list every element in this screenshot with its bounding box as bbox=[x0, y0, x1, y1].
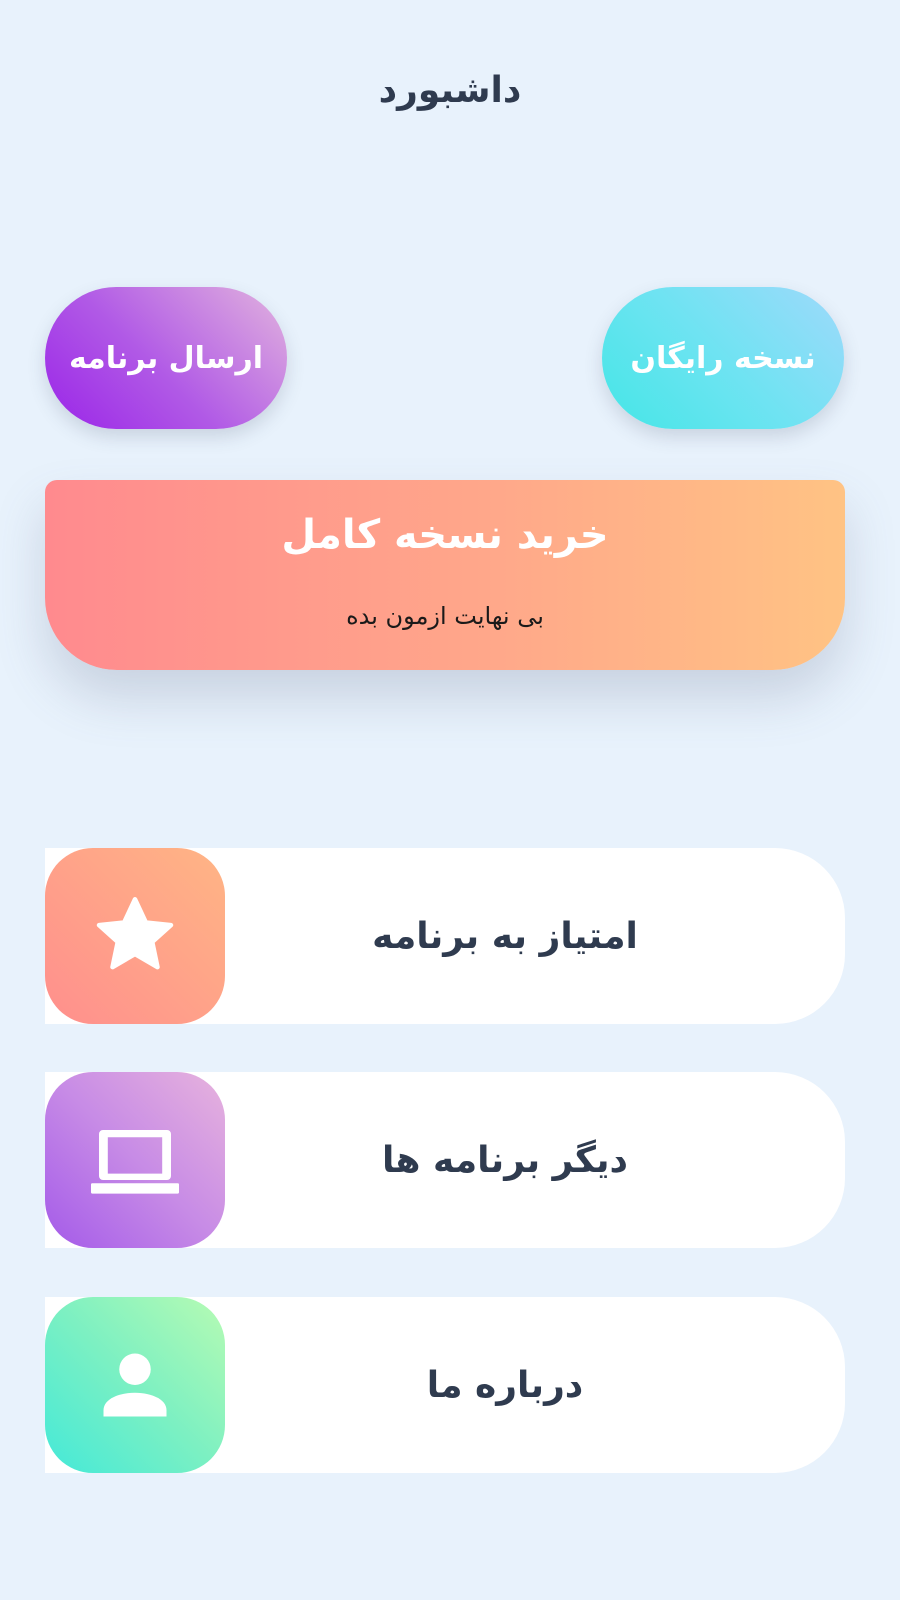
send-app-button[interactable]: ارسال برنامه bbox=[45, 287, 287, 429]
send-app-button-label: ارسال برنامه bbox=[68, 340, 264, 376]
rate-app-item[interactable]: امتیاز به برنامه bbox=[45, 848, 845, 1024]
about-us-item[interactable]: درباره ما bbox=[45, 1297, 845, 1473]
about-us-label: درباره ما bbox=[426, 1364, 584, 1406]
star-icon bbox=[96, 897, 174, 970]
free-version-button-label: نسخه رایگان bbox=[630, 340, 816, 376]
other-apps-icon-tile bbox=[45, 1072, 225, 1248]
promo-title: خرید نسخه کامل bbox=[281, 512, 609, 558]
page-title: داشبورد bbox=[378, 70, 522, 111]
promo-subtitle: بی نهایت ازمون بده bbox=[346, 602, 544, 630]
free-version-button[interactable]: نسخه رایگان bbox=[602, 287, 844, 429]
rate-app-label: امتیاز به برنامه bbox=[372, 915, 638, 957]
other-apps-item[interactable]: دیگر برنامه ها bbox=[45, 1072, 845, 1248]
rate-app-icon-tile bbox=[45, 848, 225, 1024]
person-icon bbox=[103, 1353, 167, 1417]
laptop-icon bbox=[91, 1130, 179, 1194]
about-us-icon-tile bbox=[45, 1297, 225, 1473]
other-apps-label: دیگر برنامه ها bbox=[382, 1139, 628, 1181]
buy-full-version-banner[interactable]: خرید نسخه کامل بی نهایت ازمون بده bbox=[45, 480, 845, 670]
